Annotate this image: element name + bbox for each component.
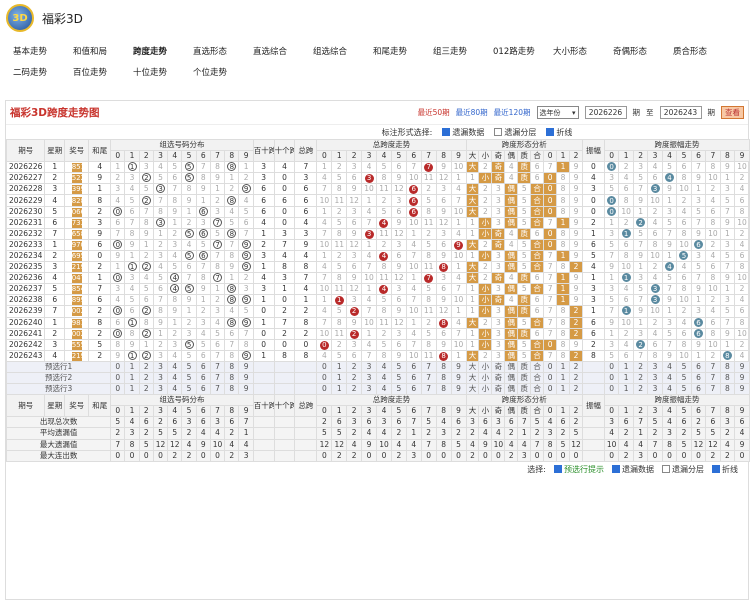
trend-panel: 福彩3D跨度走势图 最近50期 最近80期 最近120期 选年份 ▾ 202622… bbox=[5, 100, 751, 600]
app-title: 福彩3D bbox=[42, 11, 83, 26]
range-80-link[interactable]: 最近80期 bbox=[456, 107, 488, 118]
col-qihao[interactable]: 期号 bbox=[5, 394, 46, 418]
nav-item[interactable]: 和值和局 bbox=[68, 42, 128, 63]
nav-item[interactable]: 二码走势 bbox=[8, 63, 68, 84]
nav-item[interactable]: 直选形态 bbox=[188, 42, 248, 63]
nav-item[interactable]: 和尾走势 bbox=[368, 42, 428, 63]
opt-missing-data[interactable]: 遗漏数据 bbox=[442, 127, 484, 138]
opt-missing-data-2[interactable]: 遗漏数据 bbox=[612, 464, 654, 475]
table-row: 2026241 2 002 2 0 8 2 1 2 3 4 5 6 7 0 2 2 10 11 2 1 2 3 4 5 6 7 1 小 3… bbox=[5, 327, 750, 340]
nav-item[interactable]: 质合形态 bbox=[668, 42, 728, 63]
nav-item[interactable]: 大小形态 bbox=[548, 42, 608, 63]
preview-row[interactable]: 预选行1 0 1 2 3 4 5 6 7 8 9 0 1 2 3 4 5 6 7 8 9 大小奇偶质合 0 1 2 0 1 2 3 4 5 6… bbox=[5, 360, 750, 373]
trend-table: 期号 星期 奖号 和尾 组选号码分布 百十跨 十个跨 总跨 总跨度走势 跨度形态分析 振幅 跨度振幅走… bbox=[5, 138, 751, 462]
col-sum: 和尾 bbox=[88, 138, 112, 163]
range-50-link[interactable]: 最近50期 bbox=[418, 107, 450, 118]
table-row: 2026238 6 899 6 4 5 6 7 8 9 1 2 8 9 1 0 1 1 1 3 4 5 6 7 8 9 10 1 小奇 4… bbox=[5, 294, 750, 307]
table-row: 2026227 2 522 9 2 3 2 5 6 5 8 9 1 2 3 0 3 4 5 6 3 8 9 10 11 12 1 1 小… bbox=[5, 172, 750, 185]
table-row: 2026234 2 695 0 9 1 2 3 4 5 6 7 8 9 3 4 4 1 2 3 4 4 6 7 8 9 10 1 小 3 偶… bbox=[5, 249, 750, 263]
opt-missing-layer[interactable]: 遗漏分层 bbox=[494, 127, 536, 138]
mark-options: 标注形式选择: 遗漏数据 遗漏分层 折线 bbox=[381, 127, 573, 138]
col-week: 星期 bbox=[44, 138, 66, 163]
chevron-down-icon: ▾ bbox=[571, 108, 576, 117]
opt-preview-hint[interactable]: 预选行提示 bbox=[554, 464, 604, 475]
table-row: 2026226 1 851 4 1 1 3 4 5 5 7 8 8 1 3 4 7 1 2 3 4 5 6 7 7 9 10 大 2 奇 4… bbox=[5, 161, 750, 174]
nav-item[interactable]: 跨度走势 bbox=[128, 42, 188, 63]
opt-polyline-2[interactable]: 折线 bbox=[712, 464, 738, 475]
preview-row[interactable]: 预选行2 0 1 2 3 4 5 6 7 8 9 0 1 2 3 4 5 6 7 8 9 大小奇偶质合 0 1 2 0 1 2 3 4 5 6… bbox=[5, 371, 750, 385]
table-row: 2026239 7 002 2 0 6 2 8 9 1 2 3 4 5 0 2 2 4 5 2 7 8 9 10 11 12 1 1 小… bbox=[5, 305, 750, 318]
nav-item[interactable]: 十位走势 bbox=[128, 63, 188, 84]
stat-row: 最大连出数 0 0 0 0 2 2 0 0 2 3 0 2 2 0 0 2 3 0 0 0 2 0 0 2 3 0 0 0 0 0 2 3 0 0 0… bbox=[5, 449, 750, 462]
col-sum: 和尾 bbox=[88, 394, 112, 418]
table-row: 2026237 5 854 7 3 4 5 6 4 5 9 1 8 3 3 1 4 10 11 12 1 4 3 4 5 6 7 1 小… bbox=[5, 283, 750, 296]
col-qihao[interactable]: 期号 bbox=[5, 138, 46, 163]
from-issue-input[interactable]: 2026226 bbox=[584, 106, 627, 119]
opt-polyline[interactable]: 折线 bbox=[546, 127, 572, 138]
from-label: 期 bbox=[632, 108, 641, 117]
table-row: 2026235 3 219 2 1 1 2 4 5 6 7 8 9 9 1 8 8 4 5 6 7 8 9 10 11 8 1 大 2 3… bbox=[5, 261, 750, 274]
opt-missing-layer-2[interactable]: 遗漏分层 bbox=[662, 464, 704, 475]
nav-item[interactable]: 基本走势 bbox=[8, 42, 68, 63]
to-label: 至 bbox=[646, 108, 654, 117]
col-week: 星期 bbox=[44, 394, 66, 418]
nav-item[interactable]: 个位走势 bbox=[188, 63, 248, 84]
trend-nav: 基本走势 和值和局 跨度走势 直选形态 直选综合 组选综合 和尾走势 组三走势 012路走势 大小… bbox=[0, 36, 754, 84]
to-unit-label: 期 bbox=[707, 108, 716, 117]
nav-item[interactable]: 奇偶形态 bbox=[608, 42, 668, 63]
nav-item[interactable]: 012路走势 bbox=[488, 42, 548, 63]
table-row: 2026230 5 066 2 0 6 7 8 9 1 6 3 4 5 6 0 6 1 2 3 4 5 6 6 8 9 10 大 2 3 偶… bbox=[5, 205, 750, 218]
table-row: 2026232 7 658 9 7 8 9 1 2 5 6 5 8 7 1 3 3 7 8 9 3 11 12 1 2 3 4 1 小奇… bbox=[5, 227, 750, 240]
nav-item[interactable]: 直选综合 bbox=[248, 42, 308, 63]
nav-item[interactable]: 组选综合 bbox=[308, 42, 368, 63]
col-prize: 奖号 bbox=[64, 394, 90, 418]
table-row: 2026233 1 970 6 0 9 1 2 3 4 5 7 7 9 2 7 9 10 11 12 1 2 3 4 5 6 9 大 2… bbox=[5, 238, 750, 251]
preview-row[interactable]: 预选行3 0 1 2 3 4 5 6 7 8 9 0 1 2 3 4 5 6 7 8 9 大小奇偶质合 0 1 2 0 1 2 3 4 5 6… bbox=[5, 383, 750, 396]
stat-row: 出现总次数 5 4 6 2 6 3 6 3 6 7 2 6 3 6 3 6 7 5 4 6 3 6 3 6 7 5 4 6 2 3 6 7 5 4 6… bbox=[5, 416, 750, 429]
nav-item[interactable]: 百位走势 bbox=[68, 63, 128, 84]
nav-item[interactable]: 组三走势 bbox=[428, 42, 488, 63]
table-row: 2026240 1 981 8 6 1 8 9 1 2 3 4 8 9 1 7 8 7 8 9 10 11 12 1 2 8 4 大 2… bbox=[5, 316, 750, 329]
panel-title: 福彩3D跨度走势图 bbox=[10, 107, 100, 119]
table-row: 2026231 6 733 3 6 7 8 3 1 2 3 7 5 6 4 0 4 4 5 6 7 4 9 10 11 12 1 1 小… bbox=[5, 216, 750, 229]
year-select[interactable]: 选年份 ▾ bbox=[536, 106, 579, 119]
stat-row: 最大遗漏值 7 8 5 12 12 4 9 10 4 4 12 12 4 9 10 4 4 7 8 5 4 9 10 4 4 7 8 5… bbox=[5, 438, 750, 451]
table-row: 2026229 4 828 8 4 5 2 7 8 9 1 2 8 4 6 6 6 10 11 12 1 2 3 6 5 6 7 大 2… bbox=[5, 194, 750, 207]
col-prize: 奖号 bbox=[64, 138, 90, 163]
table-row: 2026228 3 399 1 3 4 5 3 7 8 9 1 2 9 6 0 6 7 8 9 10 11 12 6 2 3 4 大 2… bbox=[5, 183, 750, 196]
table-row: 2026236 4 047 1 0 3 4 5 4 7 8 7 1 2 4 3 7 7 8 9 10 11 12 1 7 3 4 大 2… bbox=[5, 272, 750, 285]
table-row: 2026243 4 219 2 9 1 2 3 4 5 6 7 8 9 1 8 8 4 5 6 7 8 9 10 11 8 1 大 2 3… bbox=[5, 349, 750, 362]
stat-row: 平均遗漏值 2 3 2 5 5 2 4 4 2 1 5 5 2 4 4 2 1 2 3 2 2 4 4 2 1 2 3 2 5 4 2 1 2 3 2… bbox=[5, 427, 750, 440]
bottom-options: 选择: 预选行提示 遗漏数据 遗漏分层 折线 bbox=[527, 464, 738, 475]
table-row: 2026242 3 555 5 8 9 1 2 3 5 5 6 7 8 0 0 0 0 2 3 4 5 6 7 8 9 10 1 小 3 偶… bbox=[5, 338, 750, 351]
to-issue-input[interactable]: 2026243 bbox=[659, 106, 702, 119]
header: 3D 福彩3D bbox=[0, 0, 754, 36]
logo-icon: 3D bbox=[6, 4, 34, 32]
range-120-link[interactable]: 最近120期 bbox=[494, 107, 531, 118]
query-button[interactable]: 查看 bbox=[721, 106, 744, 119]
